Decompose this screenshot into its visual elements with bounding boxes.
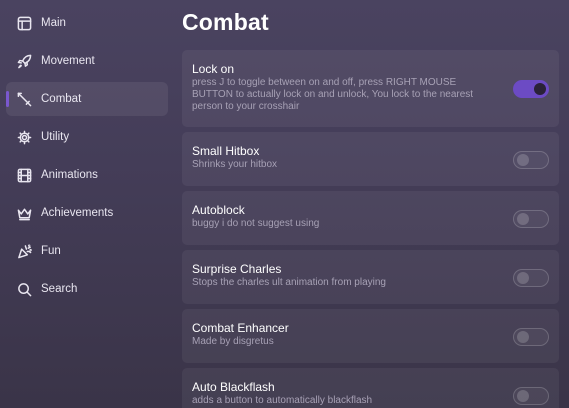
setting-small-hitbox: Small Hitbox Shrinks your hitbox xyxy=(182,132,559,186)
autoblock-toggle[interactable] xyxy=(513,210,549,228)
setting-surprise-charles: Surprise Charles Stops the charles ult a… xyxy=(182,250,559,304)
sidebar-item-label: Combat xyxy=(41,93,82,105)
app-window: Main Movement Combat Utility Animations xyxy=(0,0,569,408)
setting-lock-on: Lock on press J to toggle between on and… xyxy=(182,50,559,127)
sidebar-item-label: Achievements xyxy=(41,207,114,219)
sidebar-item-label: Main xyxy=(41,17,66,29)
main-content: Combat Lock on press J to toggle between… xyxy=(182,0,569,408)
search-icon xyxy=(16,281,32,297)
setting-title: Small Hitbox xyxy=(192,144,260,158)
small-hitbox-toggle[interactable] xyxy=(513,151,549,169)
sidebar-item-label: Animations xyxy=(41,169,98,181)
sidebar-item-fun[interactable]: Fun xyxy=(6,234,168,268)
lock-on-toggle[interactable] xyxy=(513,80,549,98)
toggle-knob xyxy=(517,154,529,166)
window-icon xyxy=(16,15,32,31)
sidebar-item-combat[interactable]: Combat xyxy=(6,82,168,116)
crown-icon xyxy=(16,205,32,221)
surprise-charles-toggle[interactable] xyxy=(513,269,549,287)
sidebar: Main Movement Combat Utility Animations xyxy=(6,6,168,310)
page-title: Combat xyxy=(182,9,269,35)
sidebar-item-label: Movement xyxy=(41,55,95,67)
setting-title: Combat Enhancer xyxy=(192,321,289,335)
setting-description: buggy i do not suggest using xyxy=(192,218,320,229)
setting-title: Lock on xyxy=(192,62,235,76)
setting-title: Surprise Charles xyxy=(192,262,282,276)
rocket-icon xyxy=(16,53,32,69)
toggle-knob xyxy=(534,83,546,95)
sidebar-item-label: Utility xyxy=(41,131,70,143)
toggle-knob xyxy=(517,213,529,225)
sidebar-item-main[interactable]: Main xyxy=(6,6,168,40)
sidebar-item-movement[interactable]: Movement xyxy=(6,44,168,78)
toggle-knob xyxy=(517,331,529,343)
gear-icon xyxy=(16,129,32,145)
setting-autoblock: Autoblock buggy i do not suggest using xyxy=(182,191,559,245)
setting-description: Stops the charles ult animation from pla… xyxy=(192,277,386,288)
sidebar-item-search[interactable]: Search xyxy=(6,272,168,306)
party-popper-icon xyxy=(16,243,32,259)
sidebar-item-achievements[interactable]: Achievements xyxy=(6,196,168,230)
combat-enhancer-toggle[interactable] xyxy=(513,328,549,346)
toggle-knob xyxy=(517,390,529,402)
sidebar-item-label: Fun xyxy=(41,245,61,257)
setting-description: adds a button to automatically blackflas… xyxy=(192,395,373,406)
auto-blackflash-toggle[interactable] xyxy=(513,387,549,405)
setting-auto-blackflash: Auto Blackflash adds a button to automat… xyxy=(182,368,559,408)
sword-icon xyxy=(16,91,32,107)
toggle-knob xyxy=(517,272,529,284)
film-icon xyxy=(16,167,32,183)
sidebar-item-label: Search xyxy=(41,283,78,295)
setting-description: Shrinks your hitbox xyxy=(192,159,278,170)
sidebar-item-animations[interactable]: Animations xyxy=(6,158,168,192)
setting-title: Autoblock xyxy=(192,203,245,217)
sidebar-item-utility[interactable]: Utility xyxy=(6,120,168,154)
settings-list: Lock on press J to toggle between on and… xyxy=(182,50,559,408)
setting-combat-enhancer: Combat Enhancer Made by disgretus xyxy=(182,309,559,363)
setting-description: press J to toggle between on and off, pr… xyxy=(192,77,474,112)
setting-title: Auto Blackflash xyxy=(192,380,275,394)
setting-description: Made by disgretus xyxy=(192,336,274,347)
